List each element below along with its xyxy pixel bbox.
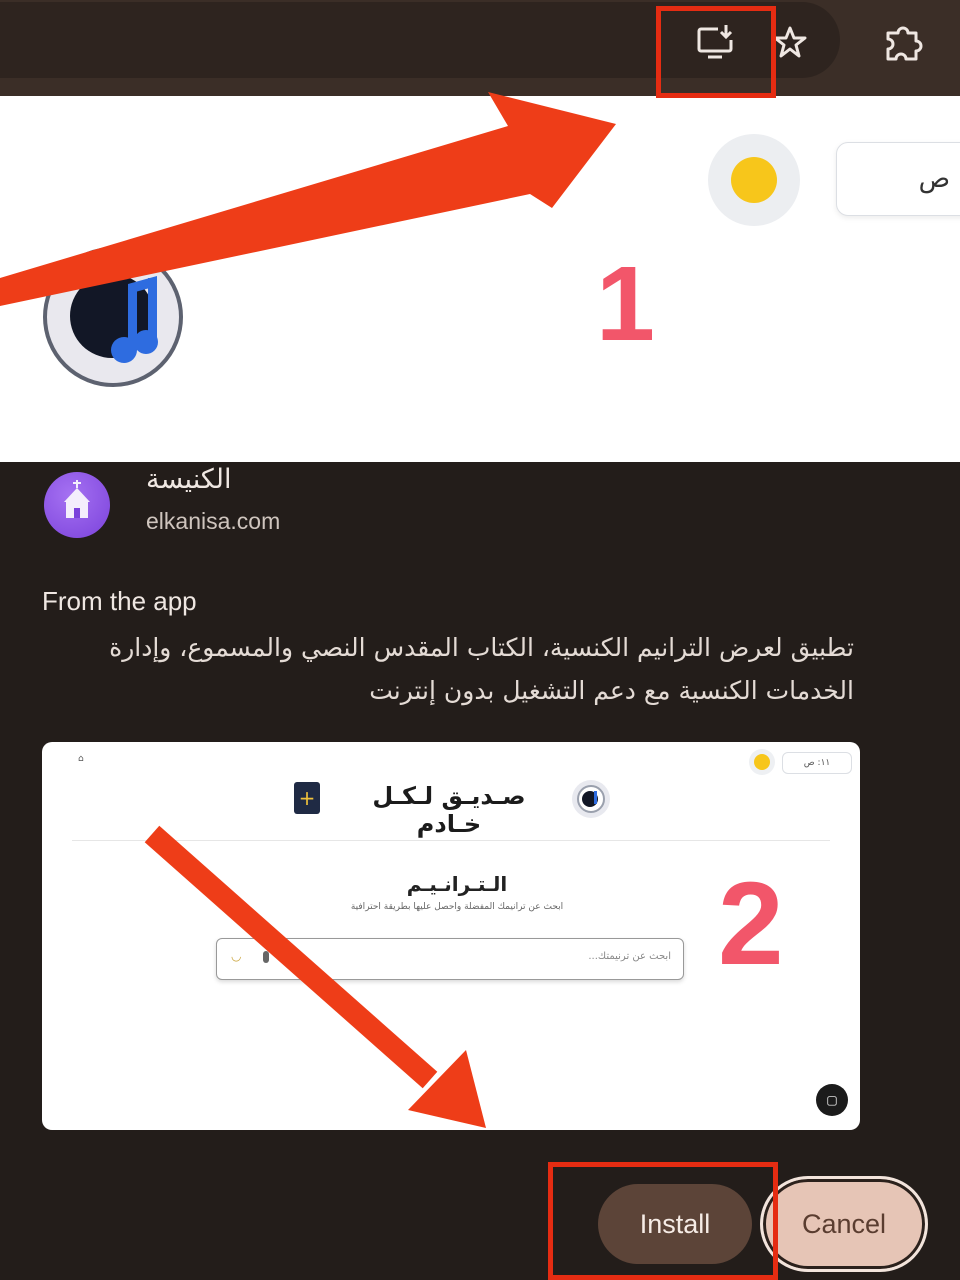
preview-search-placeholder: ابحث عن ترنيمتك... (588, 951, 671, 962)
sun-theme-icon[interactable] (708, 134, 800, 226)
preview-corner-icon: ⌂ (78, 754, 84, 764)
preview-time: ١١: ص (782, 752, 852, 774)
puzzle-extensions-icon[interactable] (876, 16, 932, 68)
preview-sort-icon: ◡ (231, 949, 242, 963)
from-app-heading: From the app (42, 586, 197, 616)
preview-fab-icon: ▢ (816, 1084, 848, 1116)
browser-toolbar (0, 0, 960, 96)
preview-sun-icon (754, 754, 770, 770)
preview-title: صـديـق لـكـل خـادم (372, 782, 526, 838)
preview-search-box: ابحث عن ترنيمتك... ◡ (216, 938, 684, 980)
preview-subtitle: ابحث عن ترانيمك المفضلة واحصل عليها بطري… (350, 902, 564, 912)
app-description: تطبيق لعرض الترانيم الكنسية، الكتاب المق… (109, 633, 854, 705)
church-app-icon (44, 472, 110, 538)
preview-divider (72, 840, 830, 841)
preview-mic-icon (263, 951, 269, 963)
step-1-label: 1 (596, 245, 655, 363)
step-2-label: 2 (718, 858, 784, 990)
cancel-button[interactable]: Cancel (760, 1176, 928, 1272)
install-dialog: الكنيسة elkanisa.com From the app تطبيق … (0, 462, 960, 1280)
web-page: ١١: ص 1 (0, 96, 960, 462)
highlight-box-install-icon (656, 6, 776, 98)
preview-bible-icon: + (294, 782, 320, 814)
preview-section-title: الـتـرانـيـم (406, 872, 508, 896)
preview-logo (572, 780, 610, 818)
highlight-box-install-button (548, 1162, 778, 1280)
app-name: الكنيسة (146, 464, 232, 495)
app-domain: elkanisa.com (146, 508, 281, 534)
music-note-logo (43, 247, 183, 387)
time-display: ١١: ص (836, 142, 960, 216)
